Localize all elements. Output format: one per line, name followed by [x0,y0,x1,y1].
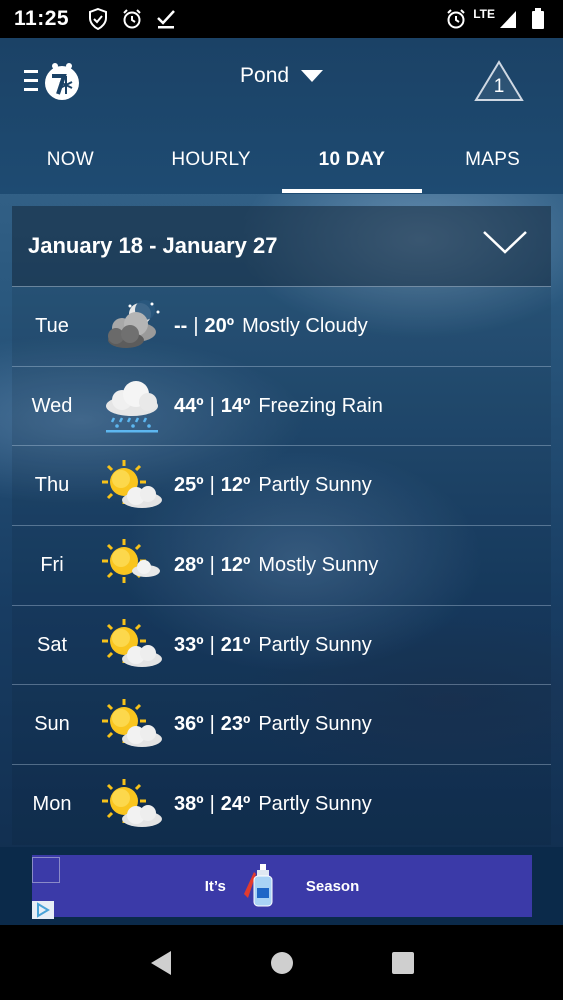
day-label: Wed [31,394,73,417]
condition-text: Partly Sunny [258,793,372,816]
recents-button[interactable] [385,945,421,981]
temperature-range: 25º | 12º [174,474,251,497]
status-bar: 11:25 LTE [0,0,563,38]
forecast-row[interactable]: Sun 36º | 23º Partly Sunny [12,685,551,766]
condition-text: Freezing Rain [258,394,383,417]
app-header: Pond 1 NOW HOURLY 10 DAY MAPS [0,38,563,194]
recents-square-icon [391,951,414,974]
low-temp: 24º [220,793,251,816]
freezing-rain-icon [106,381,158,433]
partly-sunny-icon [102,698,162,747]
high-temp: 36º [174,713,204,736]
clock: 11:25 [14,7,70,30]
forecast-row[interactable]: Mon 38º | 24º Partly Sunny [12,765,551,845]
home-button[interactable] [264,945,300,981]
date-range-header[interactable]: January 18 - January 27 [12,206,551,287]
tab-bar: NOW HOURLY 10 DAY MAPS [0,138,563,194]
low-temp: 23º [220,713,251,736]
partly-sunny-icon [102,619,162,668]
high-temp: 25º [174,474,204,497]
tab-now[interactable]: NOW [0,138,141,194]
system-nav-bar [0,925,563,1000]
temperature-range: 33º | 21º [174,633,251,656]
chevron-down-icon[interactable] [481,226,529,258]
dropdown-caret-icon [300,70,323,83]
low-temp: 14º [220,394,251,417]
high-temp: 33º [174,633,204,656]
temperature-range: 36º | 23º [174,713,251,736]
back-button[interactable] [143,945,179,981]
partly-sunny-icon [102,778,162,827]
high-temp: 38º [174,793,204,816]
ad-banner: It’s Season [0,847,563,925]
alerts-button[interactable]: 1 [474,60,524,102]
forecast-panel: January 18 - January 27 Tue -- | 20º Mostl… [12,206,551,845]
high-temp: 28º [174,553,204,576]
forecast-row[interactable]: Sat 33º | 21º Partly Sunny [12,605,551,686]
adchoices-icon[interactable] [32,901,54,919]
ad-text-left: It’s [204,877,226,895]
low-temp: 20º [204,314,235,337]
network-type: LTE [473,7,495,21]
night-cloudy-icon [108,300,160,349]
low-temp: 12º [220,474,251,497]
condition-text: Partly Sunny [258,713,372,736]
condition-text: Mostly Cloudy [242,314,368,337]
home-circle-icon [270,951,293,974]
tab-maps[interactable]: MAPS [422,138,563,194]
high-temp: 44º [174,394,204,417]
condition-text: Mostly Sunny [258,553,379,576]
tab-10-day[interactable]: 10 DAY [281,138,423,194]
back-triangle-icon [150,950,171,975]
day-label: Thu [34,474,70,497]
shield-icon [87,8,109,30]
signal-icon [497,8,519,30]
day-label: Fri [40,553,64,576]
broken-image-icon [32,857,60,883]
battery-icon [527,8,549,30]
alert-count: 1 [493,76,505,97]
day-label: Mon [32,793,72,816]
temperature-range: 38º | 24º [174,793,251,816]
forecast-row[interactable]: Fri 28º | 12º Mostly Sunny [12,526,551,606]
forecast-row[interactable]: Thu 25º | 12º Partly Sunny [12,446,551,527]
low-temp: 12º [220,553,251,576]
condition-text: Partly Sunny [258,474,372,497]
day-label: Sat [36,633,68,656]
ad-content[interactable]: It’s Season [32,855,532,917]
tab-hourly[interactable]: HOURLY [141,138,282,194]
ad-text-right: Season [305,877,360,895]
date-range: January 18 - January 27 [28,233,278,258]
temperature-range: 44º | 14º [174,394,251,417]
check-icon [155,8,177,30]
alarm-icon [445,8,467,30]
mostly-sunny-icon [102,539,160,584]
forecast-row[interactable]: Wed 44º | 14º Freezing Rain [12,366,551,447]
high-temp: -- [174,314,188,337]
condition-text: Partly Sunny [258,633,372,656]
alarm-icon [121,8,143,30]
partly-sunny-icon [102,459,162,508]
day-label: Sun [34,713,70,736]
low-temp: 21º [220,633,251,656]
sanitizer-bottle-icon [243,864,273,907]
day-label: Tue [35,314,69,337]
temperature-range: 28º | 12º [174,553,251,576]
temperature-range: -- | 20º [174,314,235,337]
forecast-row[interactable]: Tue -- | 20º Mostly Cloudy [12,287,551,367]
location-name: Pond [240,64,290,88]
